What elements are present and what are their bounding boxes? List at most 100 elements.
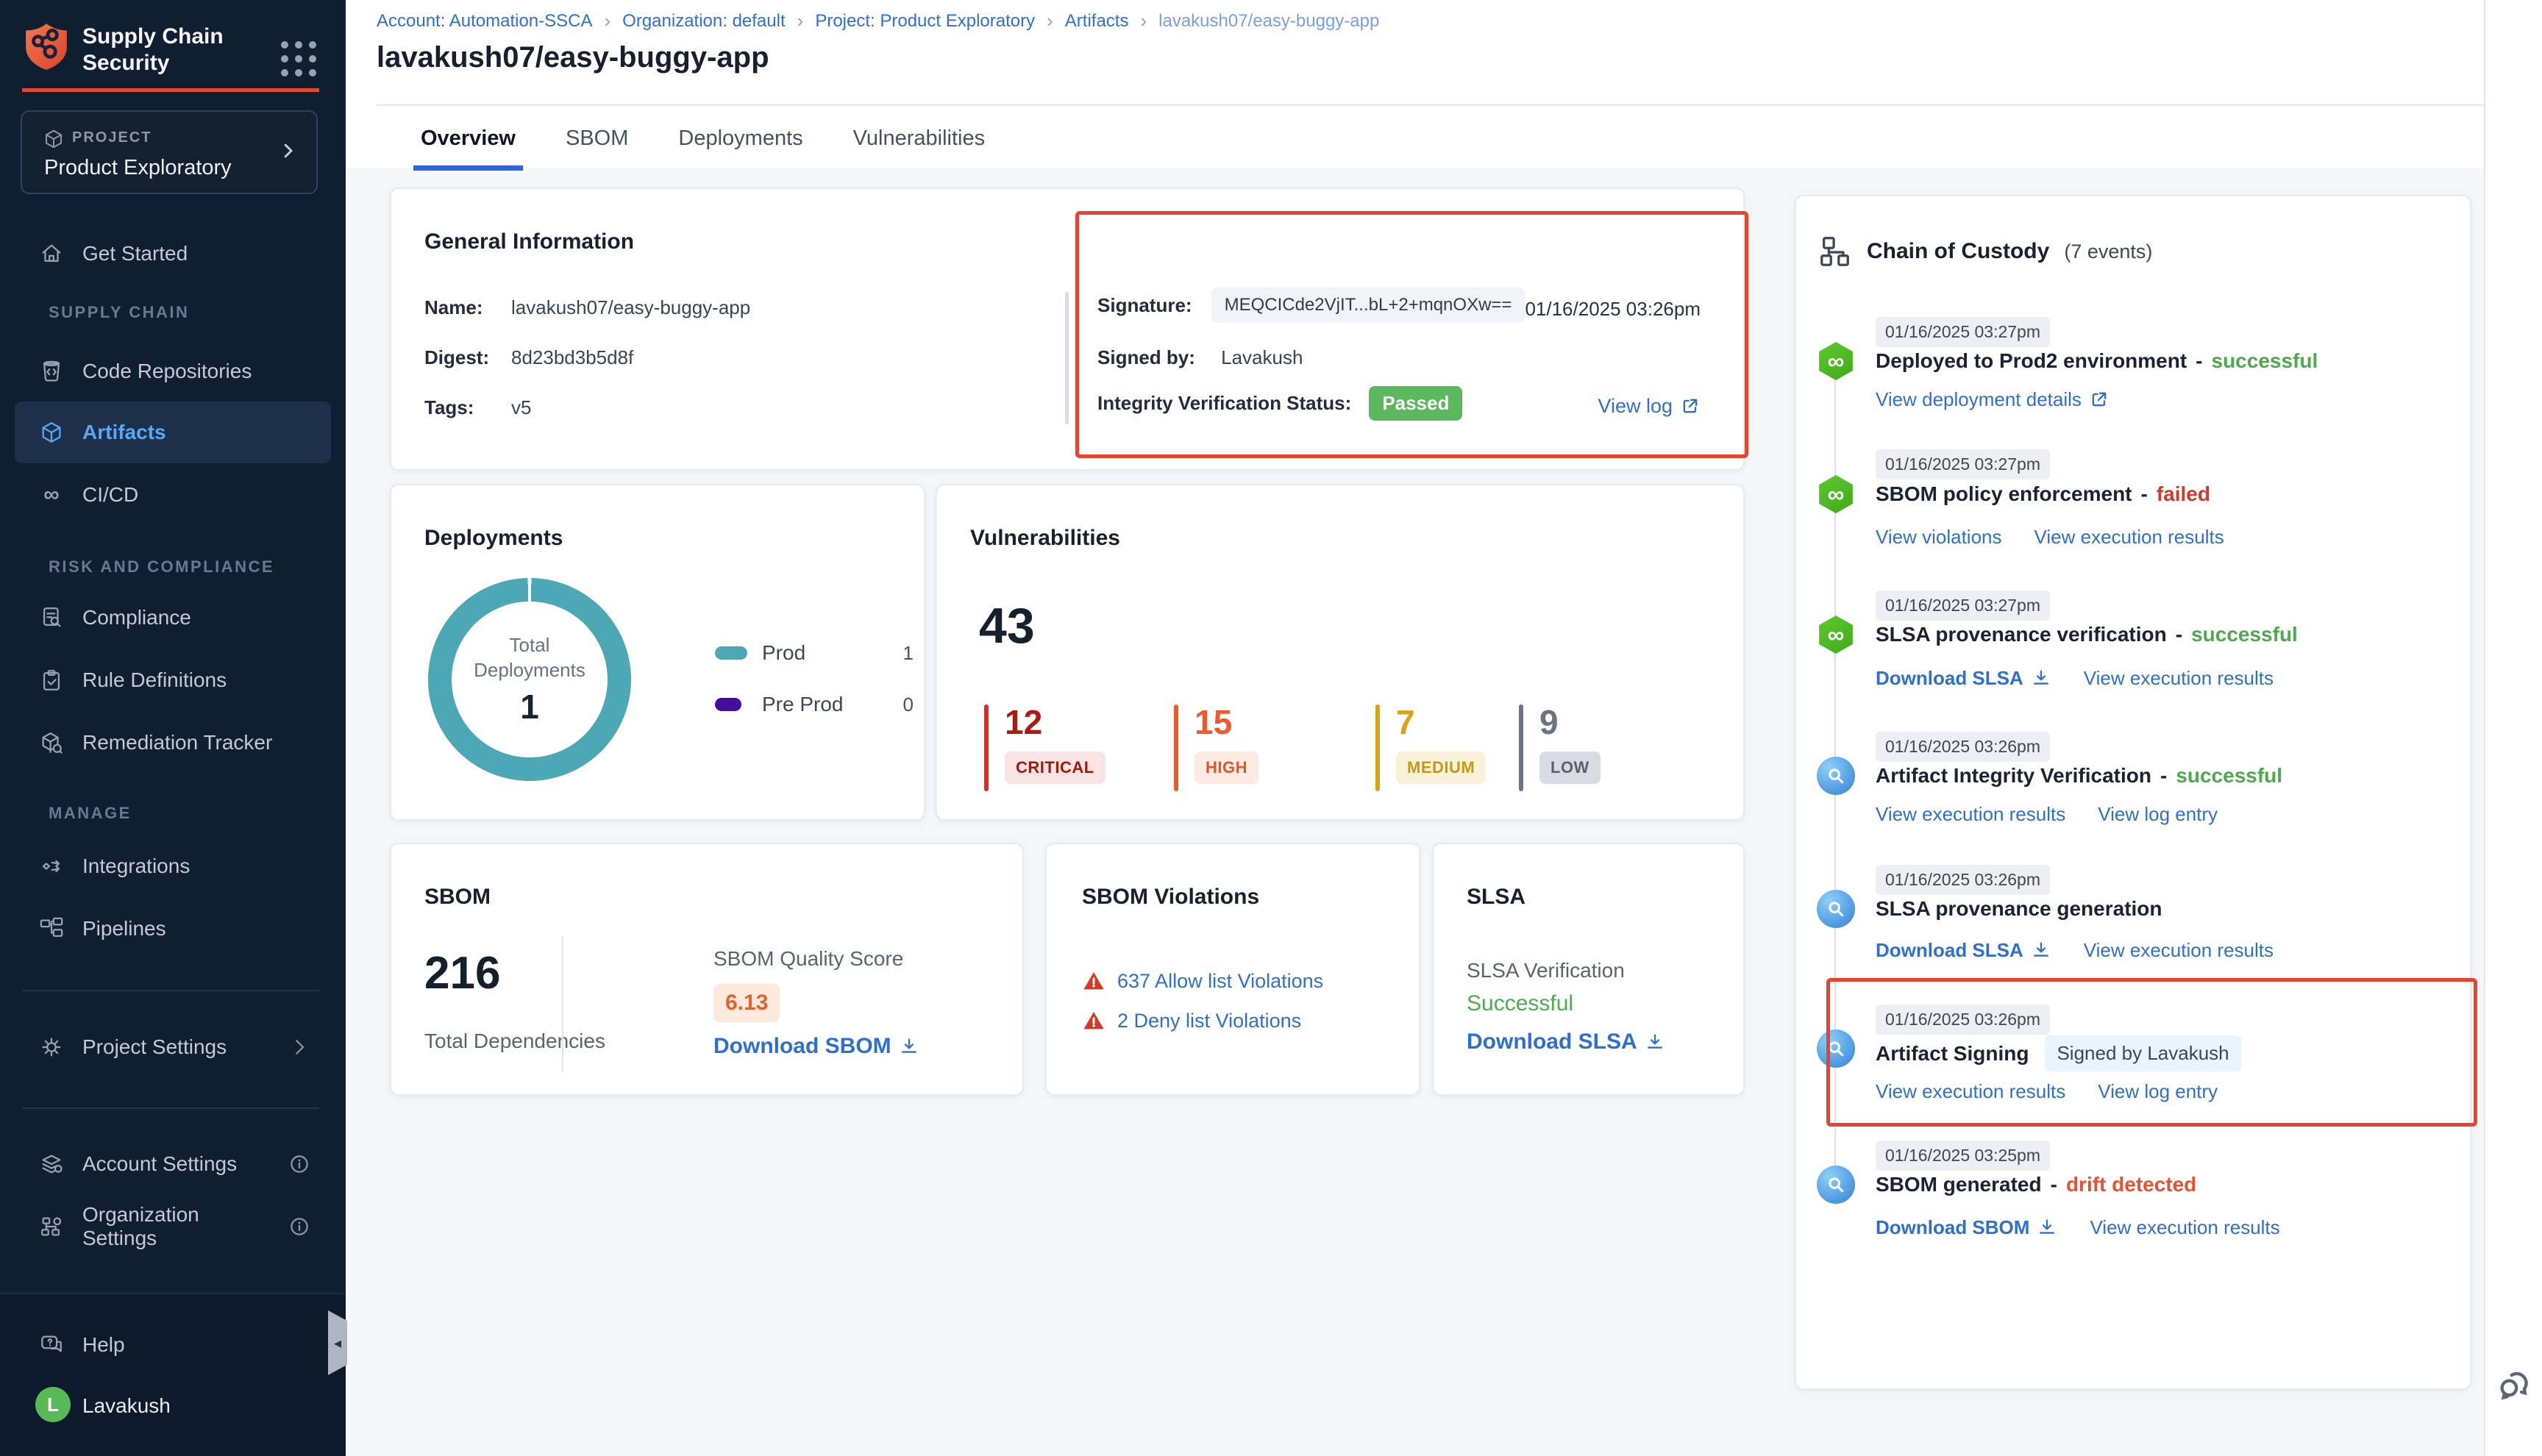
sidebar-item-project-settings[interactable]: Project Settings [15, 1018, 331, 1076]
app-root: Supply Chain Security PROJECT Product Ex… [0, 0, 2542, 1456]
slsa-verification-status: Successful [1467, 991, 1573, 1016]
breadcrumb-organization[interactable]: Organization: default [622, 11, 785, 32]
view-execution-results-link[interactable]: View execution results [2084, 667, 2274, 690]
breadcrumb-account[interactable]: Account: Automation-SSCA [377, 11, 592, 32]
tab-deployments[interactable]: Deployments [671, 121, 810, 171]
digest-value: 8d23bd3b5d8f [511, 346, 633, 369]
allow-list-violations-row: 637 Allow list Violations [1082, 969, 1323, 993]
event-status: successful [2176, 764, 2282, 788]
sidebar-item-integrations[interactable]: Integrations [15, 838, 331, 895]
sidebar-item-get-started[interactable]: Get Started [15, 225, 331, 282]
signed-by-value: Lavakush [1221, 346, 1303, 368]
slsa-card: SLSA SLSA Verification Successful Downlo… [1432, 843, 1745, 1096]
download-sbom-link[interactable]: Download SBOM [713, 1034, 919, 1059]
view-execution-results-link[interactable]: View execution results [2090, 1216, 2279, 1239]
view-execution-results-link[interactable]: View execution results [1876, 1080, 2065, 1103]
signed-by-row: Signed by: Lavakush [1097, 346, 1303, 369]
integrity-status-badge: Passed [1369, 386, 1462, 421]
event-title: Artifact Signing Signed by Lavakush [1876, 1035, 2241, 1071]
card-title: Vulnerabilities [970, 526, 1120, 551]
severity-count: 12 [1005, 704, 1042, 740]
event-title: Deployed to Prod2 environment- successfu… [1876, 349, 2318, 373]
sidebar-item-label: CI/CD [82, 483, 138, 507]
pipelines-icon [38, 916, 65, 942]
tab-bar: Overview SBOM Deployments Vulnerabilitie… [413, 121, 992, 171]
prod-swatch [715, 646, 747, 660]
donut-center: Total Deployments 1 [452, 602, 608, 757]
event-title: Artifact Integrity Verification- success… [1876, 764, 2282, 788]
card-scrollbar[interactable] [1065, 292, 1069, 424]
sidebar-item-label: Compliance [82, 606, 191, 629]
event-timestamp: 01/16/2025 03:26pm [1876, 865, 2050, 895]
tab-vulnerabilities[interactable]: Vulnerabilities [846, 121, 992, 171]
tab-sbom[interactable]: SBOM [558, 121, 636, 171]
info-icon[interactable] [288, 1216, 310, 1238]
legend-item-prod: Prod 1 [715, 641, 914, 665]
event-title: SBOM policy enforcement- failed [1876, 482, 2210, 506]
tags-label: Tags: [424, 396, 511, 419]
view-log-entry-link[interactable]: View log entry [2098, 803, 2218, 826]
sidebar-item-account-settings[interactable]: Account Settings [15, 1135, 331, 1193]
page-header: Account: Automation-SSCA › Organization:… [346, 0, 2542, 168]
view-execution-results-link[interactable]: View execution results [2034, 526, 2224, 549]
sidebar-item-pipelines[interactable]: Pipelines [15, 900, 331, 957]
general-information-card: General Information Name: lavakush07/eas… [390, 188, 1745, 471]
sidebar-item-code-repositories[interactable]: Code Repositories [15, 343, 331, 400]
event-timestamp: 01/16/2025 03:27pm [1876, 317, 2050, 347]
view-execution-results-link[interactable]: View execution results [1876, 803, 2065, 826]
severity-critical: 12 CRITICAL [984, 704, 1106, 791]
breadcrumb-project[interactable]: Project: Product Exploratory [815, 11, 1035, 32]
breadcrumb-artifacts[interactable]: Artifacts [1065, 11, 1129, 32]
breadcrumb-separator: › [604, 10, 610, 32]
severity-count: 15 [1195, 704, 1232, 740]
signature-value[interactable]: MEQCICde2VjIT...bL+2+mqnOXw== [1211, 288, 1525, 323]
sidebar-item-artifacts[interactable]: Artifacts [15, 402, 331, 463]
view-execution-results-link[interactable]: View execution results [2084, 939, 2274, 962]
view-log-link[interactable]: View log [1598, 395, 1701, 418]
legend-item-pre-prod: Pre Prod 0 [715, 693, 914, 716]
project-selector[interactable]: PROJECT Product Exploratory [21, 110, 318, 194]
sidebar-item-label: Code Repositories [82, 360, 252, 383]
download-slsa-link[interactable]: Download SLSA [1876, 667, 2051, 690]
view-log-entry-link[interactable]: View log entry [2098, 1080, 2218, 1103]
app-switcher-icon[interactable] [281, 41, 316, 76]
event-links: Download SBOM View execution results [1876, 1216, 2280, 1239]
user-avatar[interactable]: L [35, 1387, 71, 1422]
breadcrumb-separator: › [1047, 10, 1053, 32]
download-slsa-link[interactable]: Download SLSA [1876, 939, 2051, 962]
download-slsa-link[interactable]: Download SLSA [1467, 1029, 1665, 1054]
avatar-initial: L [47, 1393, 59, 1416]
card-title: SBOM [424, 885, 491, 910]
scan-event-icon [1817, 1029, 1855, 1068]
deny-list-violations-link[interactable]: 2 Deny list Violations [1117, 1010, 1301, 1032]
sidebar-item-cicd[interactable]: ∞ CI/CD [15, 466, 331, 524]
view-deployment-details-link[interactable]: View deployment details [1876, 388, 2110, 411]
event-timestamp: 01/16/2025 03:26pm [1876, 1004, 2050, 1035]
sidebar-item-label: Account Settings [82, 1152, 237, 1176]
sbom-violations-card: SBOM Violations 637 Allow list Violation… [1045, 843, 1420, 1096]
sbom-total: 216 [424, 947, 500, 999]
sidebar-collapse-handle[interactable]: ◂ [328, 1310, 347, 1375]
sidebar-item-remediation-tracker[interactable]: Remediation Tracker [15, 714, 331, 771]
sidebar-item-compliance[interactable]: Compliance [15, 589, 331, 646]
allow-list-violations-link[interactable]: 637 Allow list Violations [1117, 970, 1323, 993]
sidebar-item-organization-settings[interactable]: Organization Settings [15, 1198, 331, 1255]
name-label: Name: [424, 296, 511, 319]
chevron-right-icon [277, 140, 299, 162]
sidebar-footer: Help [0, 1293, 346, 1456]
view-violations-link[interactable]: View violations [1876, 526, 2002, 549]
user-name[interactable]: Lavakush [82, 1394, 171, 1418]
sidebar-item-help[interactable]: Help [15, 1316, 331, 1374]
tab-overview[interactable]: Overview [413, 121, 523, 171]
digest-row: Digest: 8d23bd3b5d8f [424, 346, 633, 369]
scan-event-icon [1817, 1166, 1855, 1204]
compliance-doc-search-icon [38, 604, 65, 631]
integrations-icon [38, 853, 65, 879]
name-value: lavakush07/easy-buggy-app [511, 296, 750, 319]
info-icon[interactable] [288, 1153, 310, 1175]
chat-support-icon[interactable] [2496, 1365, 2534, 1407]
download-sbom-link[interactable]: Download SBOM [1876, 1216, 2057, 1239]
signature-label: Signature: [1097, 294, 1192, 317]
header-divider [377, 104, 2542, 106]
sidebar-item-rule-definitions[interactable]: Rule Definitions [15, 652, 331, 709]
